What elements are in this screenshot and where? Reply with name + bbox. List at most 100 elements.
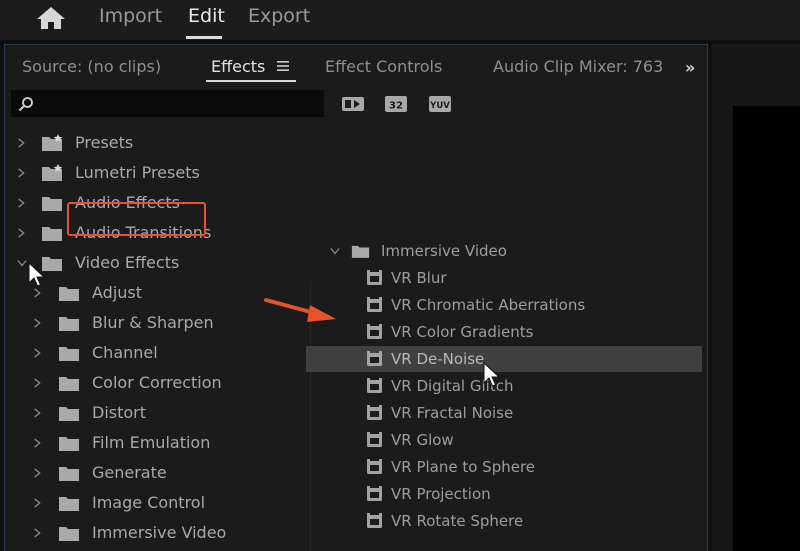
chevron-down-icon[interactable]: [17, 257, 27, 269]
tab-audio-clip-mixer[interactable]: Audio Clip Mixer: 763: [493, 57, 663, 76]
chevron-right-icon[interactable]: [33, 467, 43, 479]
tree-item-label: Image Control: [92, 493, 206, 512]
folder-icon: [59, 467, 79, 481]
yuv-filter-button[interactable]: YUV: [428, 95, 452, 113]
folder-icon: [59, 377, 79, 391]
folder-icon: [42, 227, 62, 241]
preset-folder-icon: [42, 134, 63, 151]
effect-label: VR De-Noise: [391, 350, 485, 368]
tree-item-film-emulation[interactable]: Film Emulation: [0, 430, 305, 456]
tree-item-label: Presets: [75, 133, 134, 152]
32-bit-filter-button[interactable]: 32: [384, 95, 408, 113]
folder-icon: [351, 245, 370, 258]
accelerated-effects-filter-button[interactable]: [341, 95, 365, 113]
effect-item-vr-rotate-sphere[interactable]: VR Rotate Sphere: [306, 508, 702, 534]
effect-item-vr-de-noise[interactable]: VR De-Noise: [306, 346, 702, 372]
tree-item-label: Blur & Sharpen: [92, 313, 214, 332]
effect-item-vr-color-gradients[interactable]: VR Color Gradients: [306, 319, 702, 345]
tree-item-label: Generate: [92, 463, 167, 482]
chevron-right-icon[interactable]: [33, 287, 43, 299]
mouse-cursor-icon: [28, 262, 46, 287]
search-icon: [18, 97, 33, 112]
chevron-right-icon[interactable]: [33, 497, 43, 509]
chevron-right-icon[interactable]: [17, 197, 27, 209]
tree-item-label: Distort: [92, 403, 147, 422]
tree-item-label: Video Effects: [75, 253, 180, 272]
immersive-video-folder[interactable]: Immersive Video: [306, 238, 702, 264]
video-effect-icon: [367, 486, 382, 501]
chevron-right-icon[interactable]: [17, 167, 27, 179]
chevron-right-icon[interactable]: [33, 437, 43, 449]
yuv-label: YUV: [429, 101, 450, 111]
effects-search-input[interactable]: [11, 90, 324, 117]
video-effects-highlight: [67, 202, 206, 236]
tab-effect-controls[interactable]: Effect Controls: [325, 57, 442, 76]
chevron-down-icon[interactable]: [330, 245, 340, 257]
tab-source[interactable]: Source: (no clips): [22, 57, 161, 76]
effect-item-vr-glow[interactable]: VR Glow: [306, 427, 702, 453]
folder-icon: [59, 347, 79, 361]
folder-icon: [59, 437, 79, 451]
annotation-arrow: [264, 298, 336, 322]
chevron-right-icon[interactable]: [33, 527, 43, 539]
effect-item-vr-chromatic-aberrations[interactable]: VR Chromatic Aberrations: [306, 292, 702, 318]
effect-item-vr-digital-glitch[interactable]: VR Digital Glitch: [306, 373, 702, 399]
folder-label: Immersive Video: [381, 242, 507, 260]
tree-item-label: Immersive Video: [92, 523, 227, 542]
video-effect-icon: [367, 297, 382, 312]
folder-icon: [59, 497, 79, 511]
chevron-right-icon[interactable]: [17, 227, 27, 239]
effect-label: VR Rotate Sphere: [391, 512, 524, 530]
tree-item-channel[interactable]: Channel: [0, 340, 305, 366]
video-effect-icon: [367, 513, 382, 528]
chevron-right-icon[interactable]: [33, 347, 43, 359]
folder-icon: [42, 197, 62, 211]
tab-import[interactable]: Import: [99, 4, 162, 28]
panel-overflow-icon[interactable]: »: [685, 58, 695, 77]
effect-label: VR Plane to Sphere: [391, 458, 536, 476]
tree-item-label: Adjust: [92, 283, 143, 302]
tree-item-label: Film Emulation: [92, 433, 211, 452]
effect-label: VR Blur: [391, 269, 447, 287]
32-bit-label: 32: [389, 101, 403, 112]
video-effect-icon: [367, 324, 382, 339]
effect-label: VR Color Gradients: [391, 323, 534, 341]
home-icon[interactable]: [36, 6, 66, 30]
chevron-right-icon[interactable]: [33, 317, 43, 329]
video-effect-icon: [367, 270, 382, 285]
video-effect-icon: [367, 378, 382, 393]
tree-item-generate[interactable]: Generate: [0, 460, 305, 486]
workspace-bar: Import Edit Export: [0, 0, 800, 40]
active-tab-indicator: [186, 36, 222, 39]
video-effect-icon: [367, 405, 382, 420]
tab-edit[interactable]: Edit: [188, 4, 225, 28]
effect-label: VR Glow: [391, 431, 454, 449]
tree-item-label: Channel: [92, 343, 158, 362]
folder-icon: [59, 287, 79, 301]
mouse-cursor-icon: [483, 362, 501, 387]
video-effect-icon: [367, 459, 382, 474]
folder-icon: [59, 407, 79, 421]
effect-item-vr-fractal-noise[interactable]: VR Fractal Noise: [306, 400, 702, 426]
effects-tab-indicator: [206, 80, 296, 82]
folder-icon: [59, 527, 79, 541]
effect-item-vr-plane-to-sphere[interactable]: VR Plane to Sphere: [306, 454, 702, 480]
effect-item-vr-blur[interactable]: VR Blur: [306, 265, 702, 291]
chevron-right-icon[interactable]: [33, 377, 43, 389]
tree-item-color-correction[interactable]: Color Correction: [0, 370, 305, 396]
chevron-right-icon[interactable]: [17, 137, 27, 149]
effect-item-vr-projection[interactable]: VR Projection: [306, 481, 702, 507]
video-effect-icon: [367, 432, 382, 447]
tree-item-image-control[interactable]: Image Control: [0, 490, 305, 516]
tab-effects[interactable]: Effects: [211, 57, 265, 76]
tree-item-presets[interactable]: Presets: [0, 130, 305, 156]
program-monitor: [733, 106, 800, 551]
effect-label: VR Chromatic Aberrations: [391, 296, 586, 314]
tree-item-immersive-video[interactable]: Immersive Video: [0, 520, 305, 546]
tab-export[interactable]: Export: [248, 4, 310, 28]
panel-menu-icon[interactable]: [277, 61, 289, 71]
tree-item-distort[interactable]: Distort: [0, 400, 305, 426]
effect-label: VR Fractal Noise: [391, 404, 514, 422]
chevron-right-icon[interactable]: [33, 407, 43, 419]
tree-item-lumetri-presets[interactable]: Lumetri Presets: [0, 160, 305, 186]
